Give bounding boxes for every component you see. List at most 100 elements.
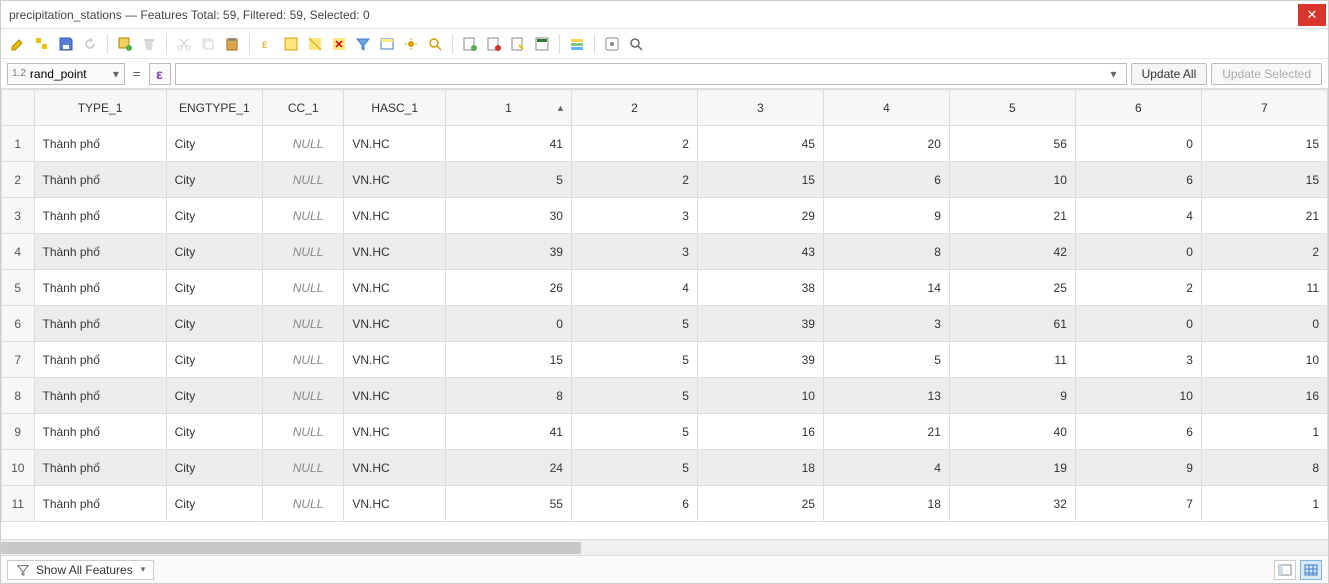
cell[interactable]: 2 [571,126,697,162]
cell[interactable]: 8 [1201,450,1327,486]
filter-select-icon[interactable] [352,33,374,55]
cell[interactable]: 1 [1201,414,1327,450]
cell[interactable]: VN.HC [344,162,446,198]
cell[interactable]: 21 [949,198,1075,234]
cell[interactable]: 25 [949,270,1075,306]
multi-edit-icon[interactable] [31,33,53,55]
cell[interactable]: Thành phố [34,342,166,378]
cell[interactable]: 14 [823,270,949,306]
table-row[interactable]: 2Thành phốCityNULLVN.HC5215610615 [2,162,1328,198]
paste-icon[interactable] [221,33,243,55]
cell[interactable]: 15 [1201,126,1327,162]
cell[interactable]: Thành phố [34,378,166,414]
cell[interactable]: NULL [263,378,344,414]
field-selector[interactable]: 1.2 ▾ [7,63,125,85]
row-number[interactable]: 11 [2,486,35,522]
cell[interactable]: Thành phố [34,162,166,198]
cell[interactable]: 19 [949,450,1075,486]
invert-select-icon[interactable] [304,33,326,55]
cell[interactable]: VN.HC [344,378,446,414]
dock-icon[interactable] [625,33,647,55]
cell[interactable]: NULL [263,342,344,378]
cell[interactable]: 16 [697,414,823,450]
rename-field-icon[interactable] [507,33,529,55]
cell[interactable]: 29 [697,198,823,234]
pan-to-icon[interactable] [400,33,422,55]
column-header[interactable]: 7 [1201,90,1327,126]
cell[interactable]: Thành phố [34,450,166,486]
cell[interactable]: 56 [949,126,1075,162]
cell[interactable]: 10 [1201,342,1327,378]
cell[interactable]: Thành phố [34,198,166,234]
select-expr-icon[interactable]: ε [256,33,278,55]
cell[interactable]: 0 [1075,126,1201,162]
cell[interactable]: 30 [445,198,571,234]
cell[interactable]: 26 [445,270,571,306]
cell[interactable]: 3 [823,306,949,342]
cell[interactable]: 43 [697,234,823,270]
expression-input[interactable] [180,67,1106,81]
save-icon[interactable] [55,33,77,55]
cell[interactable]: NULL [263,234,344,270]
cell[interactable]: 41 [445,126,571,162]
cell[interactable]: 3 [571,198,697,234]
row-header-blank[interactable] [2,90,35,126]
cell[interactable]: 2 [1075,270,1201,306]
cell[interactable]: NULL [263,486,344,522]
cell[interactable]: 10 [697,378,823,414]
cell[interactable]: 15 [1201,162,1327,198]
cell[interactable]: 0 [445,306,571,342]
cell[interactable]: 5 [571,342,697,378]
cell[interactable]: 11 [949,342,1075,378]
column-header[interactable]: 3 [697,90,823,126]
deselect-icon[interactable] [328,33,350,55]
cell[interactable]: City [166,234,263,270]
table-row[interactable]: 7Thành phốCityNULLVN.HC15539511310 [2,342,1328,378]
row-number[interactable]: 6 [2,306,35,342]
table-row[interactable]: 10Thành phốCityNULLVN.HC2451841998 [2,450,1328,486]
cell[interactable]: 9 [1075,450,1201,486]
cell[interactable]: 0 [1075,306,1201,342]
cell[interactable]: 0 [1075,234,1201,270]
cell[interactable]: VN.HC [344,198,446,234]
cell[interactable]: City [166,126,263,162]
column-header[interactable]: 1▲ [445,90,571,126]
move-top-icon[interactable] [376,33,398,55]
cell[interactable]: NULL [263,126,344,162]
cell[interactable]: 8 [823,234,949,270]
cell[interactable]: 4 [823,450,949,486]
row-number[interactable]: 10 [2,450,35,486]
table-scroll[interactable]: TYPE_1ENGTYPE_1CC_1HASC_11▲234567 1Thành… [1,89,1328,539]
scrollbar-thumb[interactable] [1,542,581,554]
cell[interactable]: 5 [571,378,697,414]
cell[interactable]: 39 [697,306,823,342]
row-number[interactable]: 3 [2,198,35,234]
row-number[interactable]: 4 [2,234,35,270]
table-row[interactable]: 9Thành phốCityNULLVN.HC41516214061 [2,414,1328,450]
cell[interactable]: 42 [949,234,1075,270]
cell[interactable]: Thành phố [34,306,166,342]
table-row[interactable]: 6Thành phốCityNULLVN.HC053936100 [2,306,1328,342]
cell[interactable]: NULL [263,414,344,450]
cell[interactable]: VN.HC [344,342,446,378]
cell[interactable]: NULL [263,270,344,306]
cell[interactable]: 16 [1201,378,1327,414]
close-button[interactable]: ✕ [1298,4,1326,26]
zoom-to-icon[interactable] [424,33,446,55]
row-number[interactable]: 8 [2,378,35,414]
add-feature-icon[interactable] [114,33,136,55]
cell[interactable]: 15 [445,342,571,378]
cell[interactable]: 1 [1201,486,1327,522]
row-number[interactable]: 9 [2,414,35,450]
table-view-button[interactable] [1300,560,1322,580]
cell[interactable]: 21 [1201,198,1327,234]
table-row[interactable]: 8Thành phốCityNULLVN.HC85101391016 [2,378,1328,414]
cell[interactable]: City [166,198,263,234]
cell[interactable]: 18 [697,450,823,486]
cell[interactable]: City [166,306,263,342]
cell[interactable]: NULL [263,450,344,486]
cell[interactable]: City [166,162,263,198]
select-all-icon[interactable] [280,33,302,55]
table-row[interactable]: 11Thành phốCityNULLVN.HC55625183271 [2,486,1328,522]
cell[interactable]: 10 [949,162,1075,198]
